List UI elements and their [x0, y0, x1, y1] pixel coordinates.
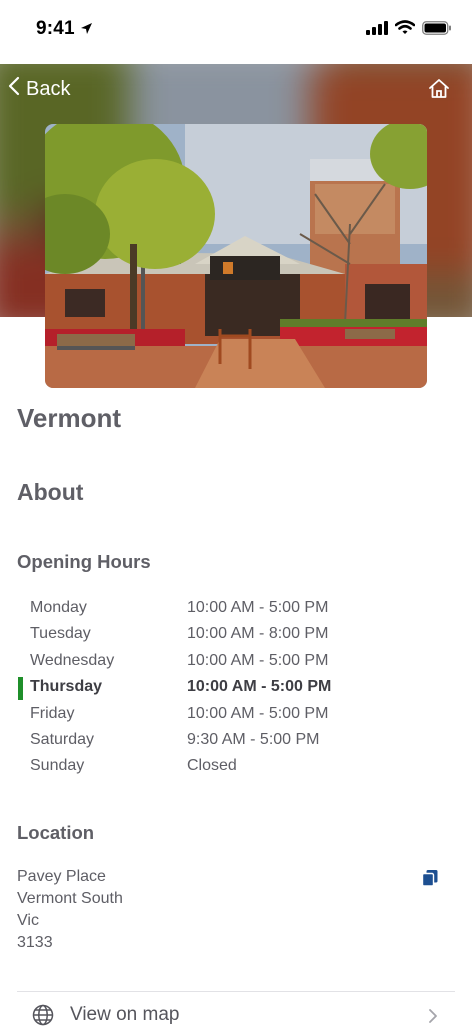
- day-label: Sunday: [30, 757, 85, 775]
- hours-row-tuesday: Tuesday 10:00 AM - 8:00 PM: [0, 622, 472, 648]
- hours-row-monday: Monday 10:00 AM - 5:00 PM: [0, 596, 472, 622]
- wifi-icon: [394, 20, 416, 40]
- hours-value: 10:00 AM - 5:00 PM: [187, 599, 329, 616]
- battery-icon: [422, 20, 452, 40]
- hours-value: 9:30 AM - 5:00 PM: [187, 730, 320, 748]
- view-on-map-button[interactable]: View on map: [17, 996, 455, 1036]
- today-marker: [18, 677, 23, 701]
- location-heading: Location: [17, 822, 95, 843]
- home-icon: [428, 79, 450, 103]
- day-label: Wednesday: [30, 651, 115, 669]
- hours-value: Closed: [187, 757, 237, 775]
- about-heading: About: [17, 479, 84, 505]
- chevron-right-icon: [428, 1008, 438, 1029]
- day-label: Tuesday: [30, 625, 91, 643]
- hours-row-thursday: Thursday 10:00 AM - 5:00 PM: [0, 675, 472, 701]
- address: Pavey Place Vermont South Vic 3133: [17, 866, 123, 954]
- back-label: Back: [26, 77, 71, 100]
- day-label: Saturday: [30, 730, 95, 748]
- address-line: Vic: [17, 912, 39, 929]
- status-icons: [366, 20, 452, 40]
- hours-row-wednesday: Wednesday 10:00 AM - 5:00 PM: [0, 649, 472, 675]
- chevron-left-icon: [8, 76, 20, 102]
- day-label: Thursday: [30, 678, 103, 696]
- library-photo: [45, 124, 427, 388]
- day-label: Friday: [30, 704, 75, 722]
- hours-row-friday: Friday 10:00 AM - 5:00 PM: [0, 702, 472, 728]
- hours-value: 10:00 AM - 8:00 PM: [187, 625, 329, 643]
- cellular-signal-icon: [366, 20, 388, 40]
- address-line: Pavey Place: [17, 868, 106, 885]
- status-time: 9:41: [36, 18, 75, 39]
- hours-value: 10:00 AM - 5:00 PM: [187, 678, 332, 696]
- hours-row-sunday: Sunday Closed: [0, 754, 472, 780]
- library-name: Vermont: [17, 403, 122, 433]
- view-on-map-label: View on map: [70, 1004, 180, 1025]
- opening-hours-heading: Opening Hours: [17, 551, 151, 572]
- location-arrow-icon: [80, 22, 93, 40]
- home-button[interactable]: [428, 78, 450, 104]
- hours-value: 10:00 AM - 5:00 PM: [187, 651, 329, 669]
- day-label: Monday: [30, 599, 87, 616]
- copy-icon: [421, 870, 439, 891]
- address-line: 3133: [17, 934, 53, 951]
- opening-hours-list: Monday 10:00 AM - 5:00 PM Tuesday 10:00 …: [0, 596, 472, 781]
- globe-icon: [32, 1004, 54, 1031]
- divider: [17, 991, 455, 992]
- status-bar: 9:41: [0, 0, 472, 64]
- hours-value: 10:00 AM - 5:00 PM: [187, 704, 329, 722]
- back-button[interactable]: Back: [8, 76, 70, 102]
- hours-row-saturday: Saturday 9:30 AM - 5:00 PM: [0, 728, 472, 754]
- address-line: Vermont South: [17, 890, 123, 907]
- copy-address-button[interactable]: [421, 869, 439, 892]
